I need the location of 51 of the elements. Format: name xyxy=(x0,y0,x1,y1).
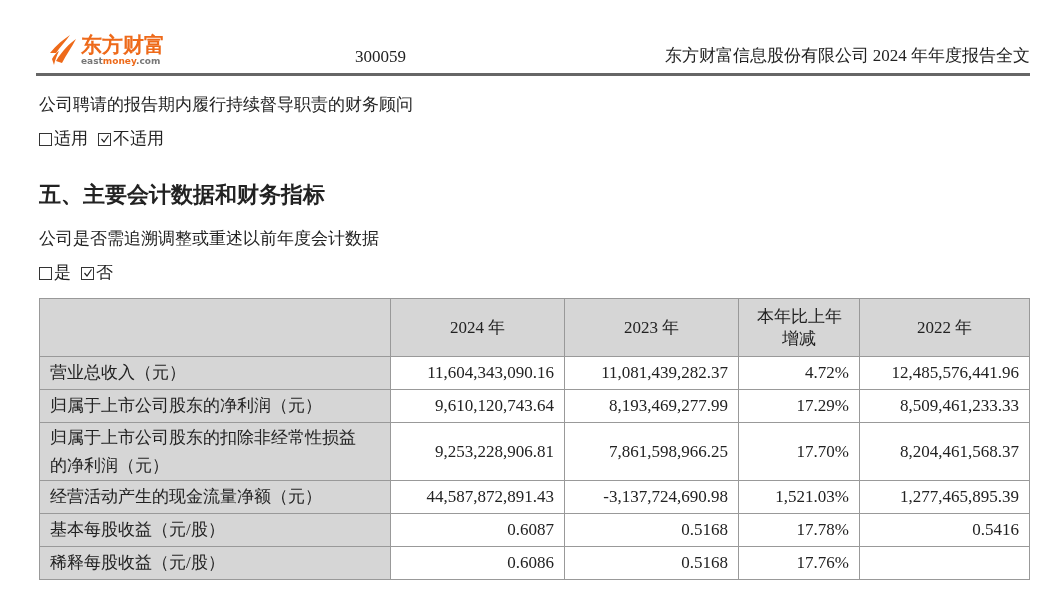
row-label: 归属于上市公司股东的扣除非经常性损益的净利润（元） xyxy=(50,426,357,477)
table-cell: 9,610,120,743.64 xyxy=(435,396,554,415)
logo-domain-text: money xyxy=(102,56,136,66)
table-cell: 0.5168 xyxy=(681,553,728,572)
table-cell: 11,081,439,282.37 xyxy=(601,363,728,382)
question-text: 公司是否需追溯调整或重述以前年度会计数据 xyxy=(39,228,380,250)
row-label: 归属于上市公司股东的净利润（元） xyxy=(50,395,323,417)
table-cell: 9,253,228,906.81 xyxy=(435,441,554,461)
table-cell: 0.6087 xyxy=(507,520,554,539)
option-label: 否 xyxy=(96,262,113,284)
checkbox[interactable] xyxy=(39,266,52,280)
table-cell: 17.78% xyxy=(796,520,849,539)
table-cell: 7,861,598,966.25 xyxy=(609,441,728,461)
checkbox[interactable] xyxy=(98,132,111,146)
logo-domain-text: .com xyxy=(135,56,161,66)
table-cell: 0.5168 xyxy=(681,520,728,539)
option-label: 适用 xyxy=(54,128,88,150)
table-cell: -3,137,724,690.98 xyxy=(603,487,728,506)
logo-swoosh-icon xyxy=(48,33,78,67)
stock-code: 300059 xyxy=(355,47,406,67)
column-header: 2023 年 xyxy=(623,318,680,337)
checkbox[interactable] xyxy=(39,132,52,146)
section-heading: 五、主要会计数据和财务指标 xyxy=(39,181,326,209)
table-cell: 17.70% xyxy=(796,441,849,461)
table-cell: 1,521.03% xyxy=(775,487,849,506)
table-cell: 12,485,576,441.96 xyxy=(891,363,1019,382)
table-cell: 8,193,469,277.99 xyxy=(609,396,728,415)
row-label: 基本每股收益（元/股） xyxy=(50,519,226,541)
table-cell: 1,277,465,895.39 xyxy=(900,487,1019,506)
row-label: 经营活动产生的现金流量净额（元） xyxy=(50,486,323,508)
table-cell: 8,204,461,568.37 xyxy=(900,441,1019,461)
table-cell: 8,509,461,233.33 xyxy=(900,396,1019,415)
table-cell: 17.76% xyxy=(796,553,849,572)
checkbox[interactable] xyxy=(81,266,94,280)
row-label: 稀释每股收益（元/股） xyxy=(50,552,226,574)
logo-domain-text: east xyxy=(81,56,103,66)
logo-name: 东方财富 xyxy=(81,34,165,56)
table-cell: 0.5416 xyxy=(972,520,1019,539)
option-label: 不适用 xyxy=(113,128,164,150)
row-label: 营业总收入（元） xyxy=(50,362,187,384)
column-header: 2022 年 xyxy=(916,318,973,337)
report-title: 东方财富信息股份有限公司 2024 年年度报告全文 xyxy=(664,45,1030,67)
option-label: 是 xyxy=(54,262,71,284)
table-cell: 0.6086 xyxy=(507,553,554,572)
question-text: 公司聘请的报告期内履行持续督导职责的财务顾问 xyxy=(39,94,414,116)
table-cell: 17.29% xyxy=(796,396,849,415)
column-header: 2024 年 xyxy=(449,318,506,337)
table-cell: 44,587,872,891.43 xyxy=(426,487,554,506)
table-cell: 11,604,343,090.16 xyxy=(427,363,554,382)
column-header: 本年比上年增减 xyxy=(755,305,843,350)
table-cell: 4.72% xyxy=(805,363,849,382)
